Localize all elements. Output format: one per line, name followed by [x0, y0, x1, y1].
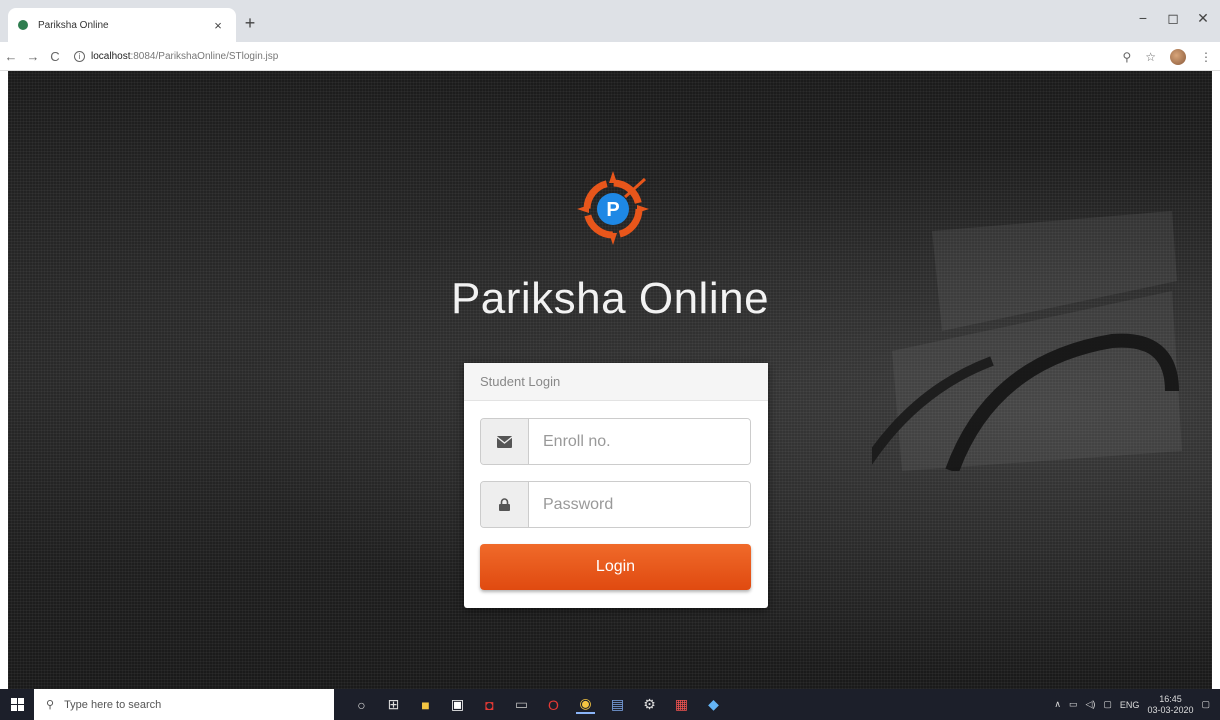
- login-page: P Pariksha Online Student Login Login: [8, 71, 1212, 689]
- brand-title: Pariksha Online: [450, 274, 770, 323]
- password-field-group: [480, 481, 751, 528]
- opera-browser-icon[interactable]: O: [544, 695, 563, 714]
- enroll-field-group: [480, 418, 751, 465]
- back-button[interactable]: ←: [0, 49, 22, 64]
- language-indicator[interactable]: ENG: [1120, 700, 1140, 710]
- antivirus-icon[interactable]: ◘: [480, 695, 499, 714]
- forward-button[interactable]: →: [22, 49, 44, 64]
- close-window-button[interactable]: ✕: [1188, 10, 1218, 27]
- notification-tray-icon[interactable]: ▢: [1103, 699, 1112, 710]
- volume-icon[interactable]: ◁): [1085, 699, 1095, 710]
- clock-date: 03-03-2020: [1147, 704, 1194, 715]
- browser-tab[interactable]: Pariksha Online ×: [8, 8, 236, 42]
- tab-close-icon[interactable]: ×: [210, 18, 226, 33]
- minimize-button[interactable]: −: [1128, 10, 1158, 26]
- clock-time: 16:45: [1159, 693, 1182, 704]
- settings-gear-icon[interactable]: ⚙: [640, 695, 659, 714]
- terminal-icon[interactable]: ▭: [512, 695, 531, 714]
- tab-title: Pariksha Online: [38, 19, 109, 31]
- url-host: localhost: [91, 50, 131, 62]
- windows-taskbar: ⚲ Type here to search ○ ⊞ ■ ▣ ◘ ▭ O ◉ ▤ …: [0, 689, 1220, 720]
- bookmark-star-icon[interactable]: ☆: [1145, 50, 1156, 64]
- network-icon[interactable]: ▭: [1069, 699, 1078, 710]
- student-login-card: Student Login Login: [464, 363, 768, 608]
- new-tab-button[interactable]: +: [240, 13, 260, 34]
- maximize-button[interactable]: ◻: [1158, 10, 1188, 27]
- clock[interactable]: 16:45 03-03-2020: [1147, 694, 1193, 716]
- chrome-browser-icon[interactable]: ◉: [576, 695, 595, 714]
- background-bench-image: [872, 211, 1182, 471]
- action-center-icon[interactable]: ▢: [1201, 699, 1210, 710]
- url-field[interactable]: i localhost :8084/ParikshaOnline/STlogin…: [74, 50, 279, 62]
- windows-start-icon[interactable]: [0, 689, 34, 720]
- store-icon[interactable]: ▣: [448, 695, 467, 714]
- task-view-icon[interactable]: ⊞: [384, 695, 403, 714]
- editor-app-icon[interactable]: ▤: [608, 695, 627, 714]
- system-tray: ∧ ▭ ◁) ▢ ENG 16:45 03-03-2020 ▢: [1054, 689, 1210, 720]
- lock-icon: [481, 482, 529, 527]
- cortana-icon[interactable]: ○: [352, 695, 371, 714]
- profile-avatar[interactable]: [1170, 49, 1186, 65]
- browser-tab-strip: Pariksha Online × + − ◻ ✕: [0, 0, 1220, 42]
- address-bar: ← → C i localhost :8084/ParikshaOnline/S…: [0, 42, 1220, 71]
- file-explorer-icon[interactable]: ■: [416, 695, 435, 714]
- address-bar-actions: ⚲ ☆ ⋮: [1122, 49, 1212, 65]
- taskbar-pinned-apps: ○ ⊞ ■ ▣ ◘ ▭ O ◉ ▤ ⚙ ▦ ◆: [352, 695, 723, 714]
- media-app-icon[interactable]: ▦: [672, 695, 691, 714]
- pariksha-logo-icon: P: [577, 171, 649, 245]
- svg-text:P: P: [606, 199, 619, 221]
- login-button[interactable]: Login: [480, 544, 751, 590]
- password-input[interactable]: [529, 482, 750, 527]
- taskbar-search-box[interactable]: ⚲ Type here to search: [34, 689, 334, 720]
- login-card-header: Student Login: [464, 363, 768, 401]
- reload-button[interactable]: C: [44, 49, 66, 64]
- virtualbox-icon[interactable]: ◆: [704, 695, 723, 714]
- taskbar-search-placeholder: Type here to search: [64, 698, 162, 711]
- favicon-icon: [18, 20, 28, 30]
- info-icon[interactable]: i: [74, 50, 85, 62]
- zoom-icon[interactable]: ⚲: [1122, 50, 1131, 64]
- tray-chevron-icon[interactable]: ∧: [1054, 699, 1061, 710]
- search-icon: ⚲: [46, 699, 55, 711]
- envelope-icon: [481, 419, 529, 464]
- enroll-number-input[interactable]: [529, 419, 750, 464]
- menu-kebab-icon[interactable]: ⋮: [1200, 50, 1212, 64]
- url-path: :8084/ParikshaOnline/STlogin.jsp: [130, 50, 279, 62]
